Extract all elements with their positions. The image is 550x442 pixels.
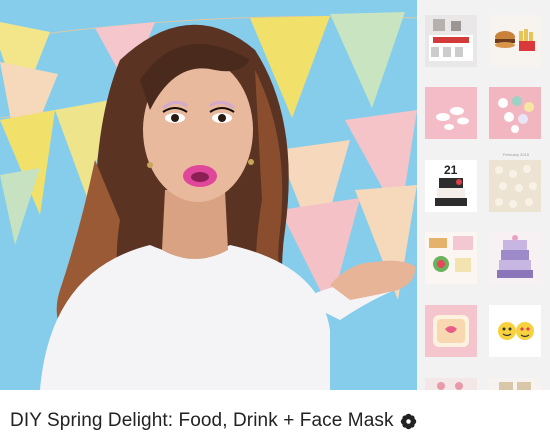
svg-text:21: 21	[444, 163, 458, 177]
flower-icon	[400, 413, 417, 430]
birthday-cake-thumbnail[interactable]: 21	[425, 160, 477, 212]
burger-fries-thumbnail[interactable]	[489, 15, 541, 67]
tile-caption: February 2015	[502, 152, 529, 157]
heart-cookies-thumbnail[interactable]	[489, 87, 541, 139]
emoji-cookies-thumbnail[interactable]	[489, 305, 541, 357]
partial-thumbnail-left[interactable]	[425, 378, 477, 390]
video-thumbnail[interactable]	[0, 0, 417, 390]
food-snacks-thumbnail[interactable]	[425, 232, 477, 284]
queen-store-thumbnail[interactable]	[425, 15, 477, 67]
pink-bread-thumbnail[interactable]	[425, 305, 477, 357]
video-card: February 2015 21 DIY Spring Delight: Foo…	[0, 0, 550, 442]
woman-presenting-illustration	[0, 0, 417, 390]
video-title[interactable]: DIY Spring Delight: Food, Drink + Face M…	[10, 410, 394, 432]
pearl-pattern-thumbnail[interactable]	[489, 160, 541, 212]
video-title-row[interactable]: DIY Spring Delight: Food, Drink + Face M…	[10, 406, 417, 436]
partial-thumbnail-right[interactable]	[489, 378, 541, 390]
pink-cloud-cookies-thumbnail[interactable]	[425, 87, 477, 139]
layer-cake-thumbnail[interactable]	[489, 232, 541, 284]
